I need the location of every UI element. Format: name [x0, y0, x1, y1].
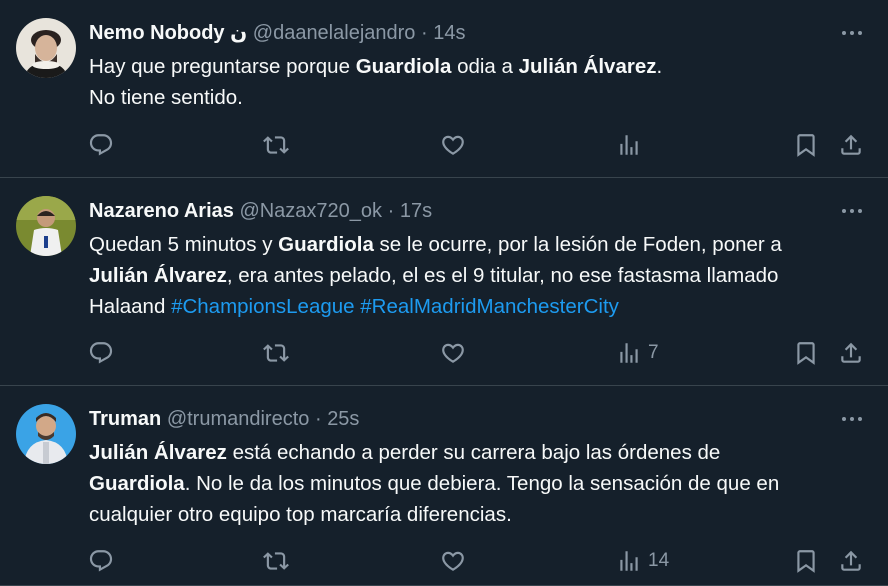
share-icon	[841, 550, 861, 571]
display-name[interactable]: Nemo Nobody	[89, 22, 225, 44]
tweet-text-segment: . No le da los minutos que debiera. Teng…	[184, 472, 780, 495]
like-button[interactable]	[440, 546, 466, 576]
avatar-image	[16, 18, 76, 78]
bookmark-button[interactable]	[793, 338, 819, 368]
tweet-text-segment: está echando a perder su carrera bajo la…	[226, 441, 721, 464]
tweet-text: Quedan 5 minutos y Guardiola se le ocurr…	[89, 229, 870, 322]
tweet-text-segment: se le ocurre, por la lesión de Foden, po…	[373, 233, 782, 256]
avatar[interactable]	[16, 196, 76, 256]
display-name[interactable]: Nazareno Arias	[89, 200, 234, 222]
views-count: 14	[648, 550, 670, 571]
tweet-text-segment: odia a	[451, 55, 519, 78]
more-options-button[interactable]	[836, 198, 868, 224]
retweet-icon	[263, 344, 289, 362]
display-name[interactable]: Truman	[89, 408, 161, 430]
tweet[interactable]: Nazareno Arias @Nazax720_ok · 17s Quedan…	[0, 178, 888, 386]
bookmark-icon	[797, 134, 815, 157]
tweet[interactable]: Truman @trumandirecto · 25s Julián Álvar…	[0, 386, 888, 586]
hashtag-link[interactable]: #RealMadridManchesterCity	[360, 295, 619, 318]
like-button[interactable]	[440, 130, 466, 160]
views-button[interactable]	[616, 130, 648, 160]
timestamp[interactable]: 14s	[433, 22, 465, 44]
reply-button[interactable]	[88, 130, 114, 160]
more-options-button[interactable]	[836, 406, 868, 432]
reply-button[interactable]	[88, 546, 114, 576]
avatar[interactable]	[16, 18, 76, 78]
bookmark-button[interactable]	[793, 130, 819, 160]
display-name-suffix: ن	[230, 22, 248, 44]
tweet-text: Hay que preguntarse porque Guardiola odi…	[89, 51, 870, 113]
avatar-image	[16, 196, 76, 256]
share-icon	[841, 342, 861, 363]
reply-icon	[89, 134, 113, 156]
heart-icon	[442, 551, 464, 571]
bold-mention: Julián Álvarez	[518, 55, 657, 78]
retweet-icon	[263, 552, 289, 570]
views-icon	[620, 551, 638, 571]
bookmark-button[interactable]	[793, 546, 819, 576]
share-button[interactable]	[838, 338, 864, 368]
share-button[interactable]	[838, 546, 864, 576]
share-button[interactable]	[838, 130, 864, 160]
tweet-text-segment: , era antes pelado, el es el 9 titular, …	[226, 264, 779, 287]
views-count: 7	[648, 342, 659, 363]
like-button[interactable]	[440, 338, 466, 368]
tweet-header: Truman @trumandirecto · 25s	[89, 406, 798, 432]
separator-dot: ·	[314, 408, 322, 430]
user-handle[interactable]: @daanelalejandro	[253, 22, 416, 44]
bold-mention: Guardiola	[278, 233, 374, 256]
views-button[interactable]: 7	[616, 338, 659, 368]
avatar[interactable]	[16, 404, 76, 464]
retweet-icon	[263, 136, 289, 154]
retweet-button[interactable]	[263, 130, 289, 160]
tweet-text-segment: .	[656, 55, 663, 78]
more-icon	[842, 417, 846, 421]
bookmark-icon	[797, 550, 815, 573]
hashtag-link[interactable]: #ChampionsLeague	[171, 295, 355, 318]
action-bar: 14	[0, 546, 888, 576]
user-handle[interactable]: @Nazax720_ok	[239, 200, 382, 222]
more-options-button[interactable]	[836, 20, 868, 46]
avatar-image	[16, 404, 76, 464]
more-icon	[842, 31, 846, 35]
bold-mention: Julián Álvarez	[89, 264, 227, 287]
heart-icon	[442, 343, 464, 363]
tweet-text: Julián Álvarez está echando a perder su …	[89, 437, 870, 530]
separator-dot: ·	[420, 22, 428, 44]
tweet-header: Nazareno Arias @Nazax720_ok · 17s	[89, 198, 798, 224]
separator-dot: ·	[387, 200, 395, 222]
bold-mention: Guardiola	[355, 55, 452, 78]
tweet[interactable]: Nemo Nobody ن @daanelalejandro · 14s Hay…	[0, 0, 888, 178]
retweet-button[interactable]	[263, 338, 289, 368]
more-icon	[842, 209, 846, 213]
views-icon	[620, 135, 638, 155]
bold-mention: Julián Álvarez	[89, 441, 227, 464]
reply-icon	[89, 342, 113, 364]
share-icon	[841, 134, 861, 155]
timestamp[interactable]: 25s	[327, 408, 359, 430]
tweet-header: Nemo Nobody ن @daanelalejandro · 14s	[89, 20, 798, 46]
tweet-text-segment: No tiene sentido.	[89, 86, 243, 109]
tweet-text-segment: Quedan 5 minutos y	[89, 233, 279, 256]
bold-mention: Guardiola	[89, 472, 185, 495]
reply-icon	[89, 550, 113, 572]
action-bar	[0, 130, 888, 160]
timestamp[interactable]: 17s	[400, 200, 432, 222]
heart-icon	[442, 135, 464, 155]
tweet-text-segment: Halaand	[89, 295, 172, 318]
views-icon	[620, 343, 638, 363]
views-button[interactable]: 14	[616, 546, 669, 576]
bookmark-icon	[797, 342, 815, 365]
tweet-text-segment: cualquier otro equipo top marcaría difer…	[89, 503, 512, 526]
tweet-text-segment: Hay que preguntarse porque	[89, 55, 356, 78]
reply-button[interactable]	[88, 338, 114, 368]
action-bar: 7	[0, 338, 888, 368]
user-handle[interactable]: @trumandirecto	[167, 408, 310, 430]
retweet-button[interactable]	[263, 546, 289, 576]
